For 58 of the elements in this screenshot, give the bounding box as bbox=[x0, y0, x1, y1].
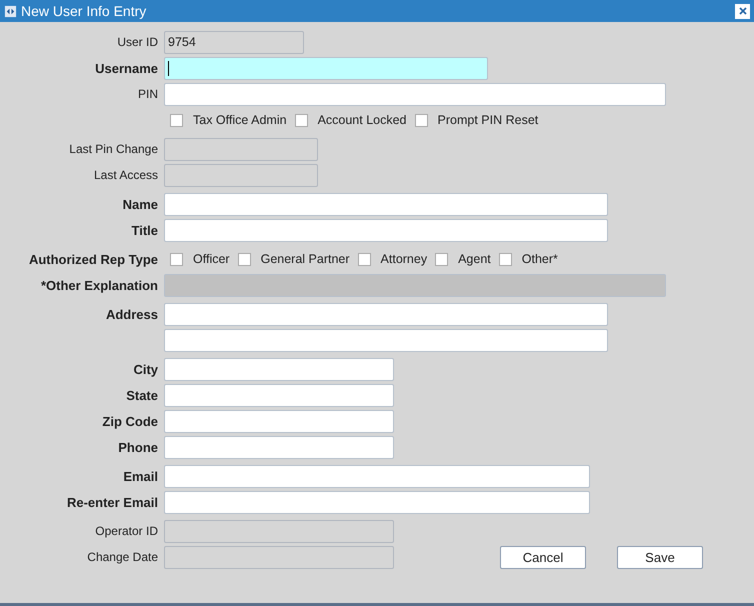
input-field[interactable] bbox=[164, 490, 590, 514]
input-field[interactable]: 9754 bbox=[164, 30, 304, 54]
dialog-button[interactable]: Save bbox=[617, 546, 703, 568]
checkbox-label: Agent bbox=[458, 252, 491, 266]
field-label: Title bbox=[132, 222, 158, 238]
checkbox-label: Tax Office Admin bbox=[193, 113, 287, 127]
field-label: PIN bbox=[138, 87, 158, 101]
text-cursor bbox=[168, 60, 169, 76]
checkbox-label: General Partner bbox=[260, 252, 350, 266]
input-field[interactable] bbox=[164, 164, 318, 186]
field-label: Zip Code bbox=[102, 414, 158, 428]
checkbox[interactable] bbox=[435, 252, 448, 266]
checkbox[interactable] bbox=[238, 252, 251, 266]
field-label: Username bbox=[95, 60, 158, 76]
input-field[interactable] bbox=[164, 464, 590, 488]
close-button[interactable] bbox=[735, 4, 750, 18]
input-field[interactable] bbox=[164, 82, 666, 106]
input-field[interactable] bbox=[164, 546, 394, 568]
field-label: Re-enter Email bbox=[66, 494, 158, 510]
checkbox[interactable] bbox=[170, 114, 183, 126]
input-field[interactable] bbox=[164, 218, 608, 242]
input-field[interactable] bbox=[164, 410, 394, 432]
checkbox[interactable] bbox=[498, 252, 512, 266]
close-icon bbox=[738, 6, 748, 16]
checkbox-label: Prompt PIN Reset bbox=[438, 113, 538, 127]
checkbox-label: Other* bbox=[522, 252, 558, 266]
window-title: New User Info Entry bbox=[21, 3, 148, 19]
field-label: Last Access bbox=[94, 168, 158, 182]
input-field[interactable] bbox=[164, 138, 318, 160]
checkbox[interactable] bbox=[414, 114, 428, 126]
input-field[interactable] bbox=[164, 520, 394, 542]
app-icon bbox=[4, 4, 17, 18]
input-field[interactable] bbox=[164, 436, 394, 458]
field-label: Name bbox=[122, 196, 158, 212]
checkbox-label: Account Locked bbox=[318, 113, 407, 127]
input-field[interactable] bbox=[164, 384, 394, 406]
field-label: *Other Explanation bbox=[40, 278, 158, 292]
input-field[interactable] bbox=[164, 302, 608, 326]
checkbox-label: Attorney bbox=[380, 252, 428, 266]
field-label: Authorized Rep Type bbox=[28, 252, 158, 266]
input-field[interactable] bbox=[164, 56, 488, 80]
field-label: Email bbox=[123, 468, 158, 484]
checkbox[interactable] bbox=[294, 114, 308, 126]
field-label: Operator ID bbox=[95, 524, 158, 538]
checkbox-label: Officer bbox=[193, 252, 230, 266]
input-field[interactable] bbox=[164, 328, 608, 352]
checkbox[interactable] bbox=[170, 252, 183, 266]
field-label: City bbox=[133, 362, 158, 376]
field-label: Address bbox=[106, 306, 158, 322]
dialog-button[interactable]: Cancel bbox=[500, 546, 586, 568]
checkbox[interactable] bbox=[358, 252, 371, 266]
input-field[interactable] bbox=[164, 358, 394, 380]
field-label: User ID bbox=[117, 35, 158, 49]
input-field[interactable] bbox=[164, 192, 608, 216]
field-label: Last Pin Change bbox=[69, 142, 158, 156]
field-label: Change Date bbox=[87, 550, 158, 564]
field-label: Phone bbox=[118, 440, 158, 454]
field-label: State bbox=[126, 388, 158, 402]
